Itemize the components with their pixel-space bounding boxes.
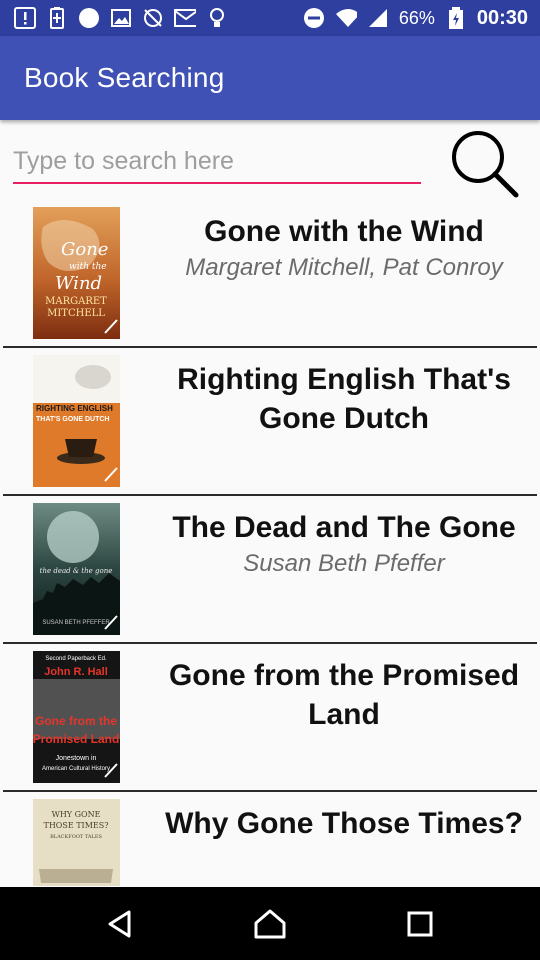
search-icon bbox=[452, 131, 519, 198]
book-cover: Gone with the Wind MARGARET MITCHELL bbox=[33, 207, 120, 339]
back-icon bbox=[108, 910, 131, 937]
battery-percent: 66% bbox=[398, 7, 435, 28]
book-title: Gone from the Promised Land bbox=[168, 659, 520, 731]
home-icon bbox=[254, 909, 286, 938]
list-item[interactable]: Gone with the Wind MARGARET MITCHELL Gon… bbox=[0, 200, 540, 348]
svg-text:Gone: Gone bbox=[61, 239, 108, 260]
email-icon bbox=[174, 7, 196, 29]
svg-text:MARGARET: MARGARET bbox=[45, 296, 107, 307]
book-author: Margaret Mitchell, Pat Conroy bbox=[185, 254, 503, 281]
circle-icon bbox=[78, 7, 100, 29]
book-cover: RIGHTING ENGLISH THAT'S GONE DUTCH bbox=[33, 355, 120, 487]
do-not-disturb-icon bbox=[303, 7, 325, 29]
book-text: Why Gone Those Times? bbox=[160, 804, 528, 843]
app-bar: Book Searching bbox=[0, 36, 540, 120]
status-bar: 66% 00:30 bbox=[0, 0, 540, 36]
search-input[interactable] bbox=[13, 140, 421, 184]
svg-text:Wind: Wind bbox=[55, 273, 102, 294]
svg-text:Gone from the: Gone from the bbox=[35, 714, 117, 728]
alert-icon bbox=[14, 7, 36, 29]
svg-text:MITCHELL: MITCHELL bbox=[47, 308, 105, 319]
signal-icon bbox=[367, 7, 389, 29]
lightbulb-icon bbox=[206, 7, 228, 29]
back-button[interactable] bbox=[75, 887, 165, 960]
book-text: Gone from the Promised Land bbox=[160, 656, 528, 734]
clock: 00:30 bbox=[476, 6, 528, 29]
book-text: The Dead and The Gone Susan Beth Pfeffer bbox=[160, 508, 528, 578]
battery-saver-icon bbox=[46, 7, 68, 29]
search-button[interactable] bbox=[448, 128, 520, 198]
book-title: The Dead and The Gone bbox=[172, 511, 516, 544]
svg-text:Promised Land: Promised Land bbox=[33, 732, 119, 746]
svg-text:Second Paperback Ed.: Second Paperback Ed. bbox=[45, 656, 107, 662]
svg-text:the dead & the gone: the dead & the gone bbox=[40, 567, 113, 575]
list-item[interactable]: WHY GONE THOSE TIMES? BLACKFOOT TALES Wh… bbox=[0, 792, 540, 886]
list-item[interactable]: RIGHTING ENGLISH THAT'S GONE DUTCH Right… bbox=[0, 348, 540, 496]
svg-text:THOSE TIMES?: THOSE TIMES? bbox=[43, 821, 108, 830]
book-author: Susan Beth Pfeffer bbox=[243, 550, 445, 577]
svg-text:SUSAN BETH PFEFFER: SUSAN BETH PFEFFER bbox=[42, 620, 110, 626]
status-bar-system: 66% 00:30 bbox=[303, 7, 528, 30]
svg-text:RIGHTING ENGLISH: RIGHTING ENGLISH bbox=[36, 404, 113, 413]
book-text: Gone with the Wind Margaret Mitchell, Pa… bbox=[160, 212, 528, 282]
svg-text:BLACKFOOT TALES: BLACKFOOT TALES bbox=[50, 834, 102, 840]
book-text: Righting English That's Gone Dutch bbox=[160, 360, 528, 438]
image-icon bbox=[110, 7, 132, 29]
list-item[interactable]: the dead & the gone SUSAN BETH PFEFFER T… bbox=[0, 496, 540, 644]
book-title: Righting English That's Gone Dutch bbox=[177, 363, 511, 435]
list-item[interactable]: Second Paperback Ed. John R. Hall Gone f… bbox=[0, 644, 540, 792]
app-title: Book Searching bbox=[24, 62, 225, 93]
book-title: Gone with the Wind bbox=[204, 215, 484, 248]
svg-text:American Cultural History: American Cultural History bbox=[42, 766, 110, 772]
status-bar-notifications bbox=[14, 7, 228, 29]
svg-text:John R. Hall: John R. Hall bbox=[44, 666, 108, 678]
home-button[interactable] bbox=[225, 887, 315, 960]
svg-text:WHY GONE: WHY GONE bbox=[52, 810, 101, 819]
book-list[interactable]: Gone with the Wind MARGARET MITCHELL Gon… bbox=[0, 200, 540, 886]
recents-icon bbox=[407, 911, 433, 936]
book-cover: the dead & the gone SUSAN BETH PFEFFER bbox=[33, 503, 120, 635]
wifi-icon bbox=[335, 7, 357, 29]
book-title: Why Gone Those Times? bbox=[165, 807, 523, 840]
battery-icon bbox=[445, 7, 467, 29]
no-sync-icon bbox=[142, 7, 164, 29]
svg-text:THAT'S GONE DUTCH: THAT'S GONE DUTCH bbox=[36, 416, 109, 423]
svg-text:with the: with the bbox=[69, 262, 107, 272]
svg-text:Jonestown in: Jonestown in bbox=[56, 755, 97, 762]
book-cover: WHY GONE THOSE TIMES? BLACKFOOT TALES bbox=[33, 799, 120, 886]
book-cover: Second Paperback Ed. John R. Hall Gone f… bbox=[33, 651, 120, 783]
recents-button[interactable] bbox=[375, 887, 465, 960]
navigation-bar bbox=[0, 887, 540, 960]
